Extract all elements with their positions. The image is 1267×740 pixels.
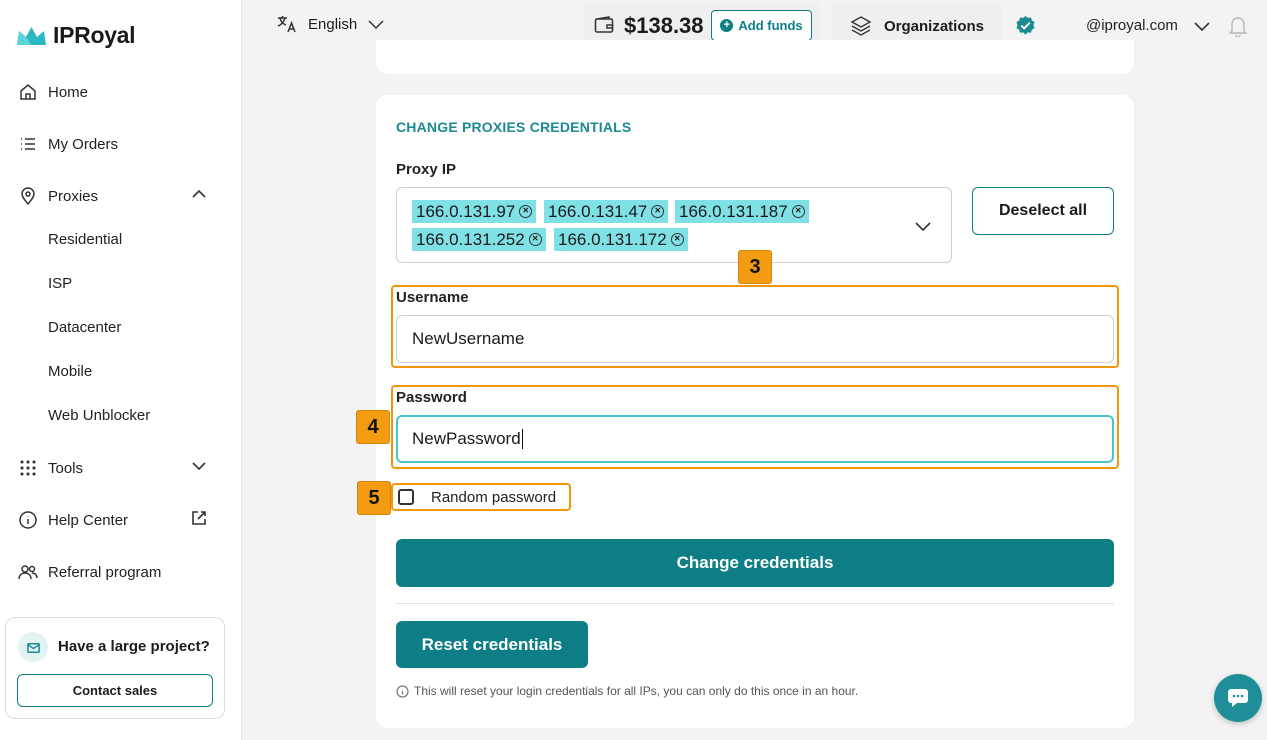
chip-label: 166.0.131.47 bbox=[548, 201, 648, 221]
add-funds-label: Add funds bbox=[738, 18, 803, 33]
reset-note-text: This will reset your login credentials f… bbox=[414, 684, 859, 698]
sidebar-item-proxies[interactable]: Proxies bbox=[18, 184, 208, 208]
list-icon bbox=[18, 134, 38, 154]
sidebar-item-help-center[interactable]: Help Center bbox=[18, 508, 208, 532]
sidebar-item-label: Referral program bbox=[48, 563, 162, 581]
change-credentials-button[interactable]: Change credentials bbox=[396, 539, 1114, 587]
account-email[interactable]: @iproyal.com bbox=[1086, 17, 1178, 34]
promo-title: Have a large project? bbox=[58, 638, 210, 655]
balance-amount: $138.38 bbox=[624, 13, 704, 38]
reset-credentials-button[interactable]: Reset credentials bbox=[396, 621, 588, 668]
sidebar-item-label: Help Center bbox=[48, 511, 129, 529]
sidebar: IPRoyal Home My Orders Proxies Residenti… bbox=[0, 0, 242, 740]
step-badge-3: 3 bbox=[738, 250, 772, 284]
organizations-label: Organizations bbox=[884, 17, 985, 35]
bell-icon[interactable] bbox=[1228, 15, 1248, 42]
sidebar-subitem-mobile[interactable]: Mobile bbox=[48, 363, 92, 380]
proxy-ip-label: Proxy IP bbox=[396, 161, 457, 178]
remove-chip-icon[interactable]: ✕ bbox=[651, 205, 665, 218]
verified-badge-icon bbox=[1016, 15, 1035, 35]
home-icon bbox=[18, 82, 38, 102]
chip-label: 166.0.131.172 bbox=[558, 229, 667, 249]
remove-chip-icon[interactable]: ✕ bbox=[670, 233, 684, 246]
section-title: CHANGE PROXIES CREDENTIALS bbox=[396, 119, 632, 135]
deselect-all-button[interactable]: Deselect all bbox=[972, 187, 1114, 235]
contact-sales-card: Have a large project? Contact sales bbox=[5, 617, 225, 719]
step-badge-4: 4 bbox=[356, 410, 390, 444]
remove-chip-icon[interactable]: ✕ bbox=[519, 205, 533, 218]
sidebar-subitem-web-unblocker[interactable]: Web Unblocker bbox=[48, 407, 150, 424]
highlight-password bbox=[391, 385, 1119, 469]
sidebar-item-label: My Orders bbox=[48, 135, 119, 153]
remove-chip-icon[interactable]: ✕ bbox=[528, 233, 542, 246]
sidebar-item-referral-program[interactable]: Referral program bbox=[18, 560, 208, 584]
contact-sales-button[interactable]: Contact sales bbox=[17, 674, 213, 707]
sidebar-item-home[interactable]: Home bbox=[18, 80, 208, 104]
step-badge-5: 5 bbox=[357, 481, 391, 515]
reset-note: This will reset your login credentials f… bbox=[396, 684, 858, 698]
sidebar-subitem-residential[interactable]: Residential bbox=[48, 231, 122, 248]
sidebar-item-label: Proxies bbox=[48, 187, 99, 205]
wallet-icon bbox=[594, 16, 614, 39]
crown-logo-icon bbox=[17, 26, 46, 45]
logo-text: IPRoyal bbox=[53, 22, 136, 48]
external-link-icon bbox=[190, 509, 208, 531]
location-pin-icon bbox=[18, 186, 38, 206]
proxy-ip-chip: 166.0.131.187 ✕ bbox=[675, 200, 809, 223]
sidebar-item-label: Home bbox=[48, 83, 89, 101]
translate-icon bbox=[277, 16, 296, 33]
remove-chip-icon[interactable]: ✕ bbox=[791, 205, 805, 218]
info-icon bbox=[18, 510, 38, 530]
sidebar-item-my-orders[interactable]: My Orders bbox=[18, 132, 208, 156]
previous-card bbox=[376, 40, 1134, 74]
proxy-ip-chip: 166.0.131.47 ✕ bbox=[544, 200, 669, 223]
logo[interactable]: IPRoyal bbox=[16, 22, 136, 49]
chat-widget-button[interactable] bbox=[1214, 674, 1262, 722]
plus-icon: + bbox=[720, 19, 734, 32]
sidebar-item-tools[interactable]: Tools bbox=[18, 456, 208, 480]
mail-icon bbox=[18, 632, 48, 662]
language-selector[interactable]: English bbox=[276, 14, 385, 34]
proxy-ip-chip: 166.0.131.172 ✕ bbox=[554, 228, 688, 251]
language-label: English bbox=[308, 15, 358, 33]
chevron-down-icon bbox=[368, 20, 384, 30]
chip-label: 166.0.131.187 bbox=[679, 201, 788, 221]
info-icon bbox=[396, 684, 409, 698]
divider bbox=[396, 603, 1114, 604]
users-icon bbox=[18, 562, 38, 582]
proxy-ip-select[interactable]: 166.0.131.97 ✕ 166.0.131.47 ✕ 166.0.131.18… bbox=[396, 187, 952, 263]
chevron-down-icon[interactable] bbox=[1193, 17, 1211, 40]
chevron-up-icon[interactable] bbox=[190, 185, 208, 207]
add-funds-button[interactable]: + Add funds bbox=[711, 10, 812, 41]
sidebar-subitem-isp[interactable]: ISP bbox=[48, 275, 72, 292]
sidebar-item-label: Tools bbox=[48, 459, 84, 477]
chip-label: 166.0.131.97 bbox=[416, 201, 516, 221]
chevron-down-icon[interactable] bbox=[913, 216, 933, 241]
highlight-random-password bbox=[391, 483, 571, 511]
chevron-down-icon[interactable] bbox=[190, 457, 208, 479]
highlight-username bbox=[391, 285, 1119, 368]
chip-label: 166.0.131.252 bbox=[416, 229, 525, 249]
chat-icon bbox=[1228, 689, 1248, 707]
proxy-ip-chip: 166.0.131.97 ✕ bbox=[412, 200, 537, 223]
layers-icon bbox=[850, 16, 872, 36]
proxy-ip-chip: 166.0.131.252 ✕ bbox=[412, 228, 546, 251]
sidebar-subitem-datacenter[interactable]: Datacenter bbox=[48, 319, 121, 336]
grid-dots-icon bbox=[18, 458, 38, 478]
